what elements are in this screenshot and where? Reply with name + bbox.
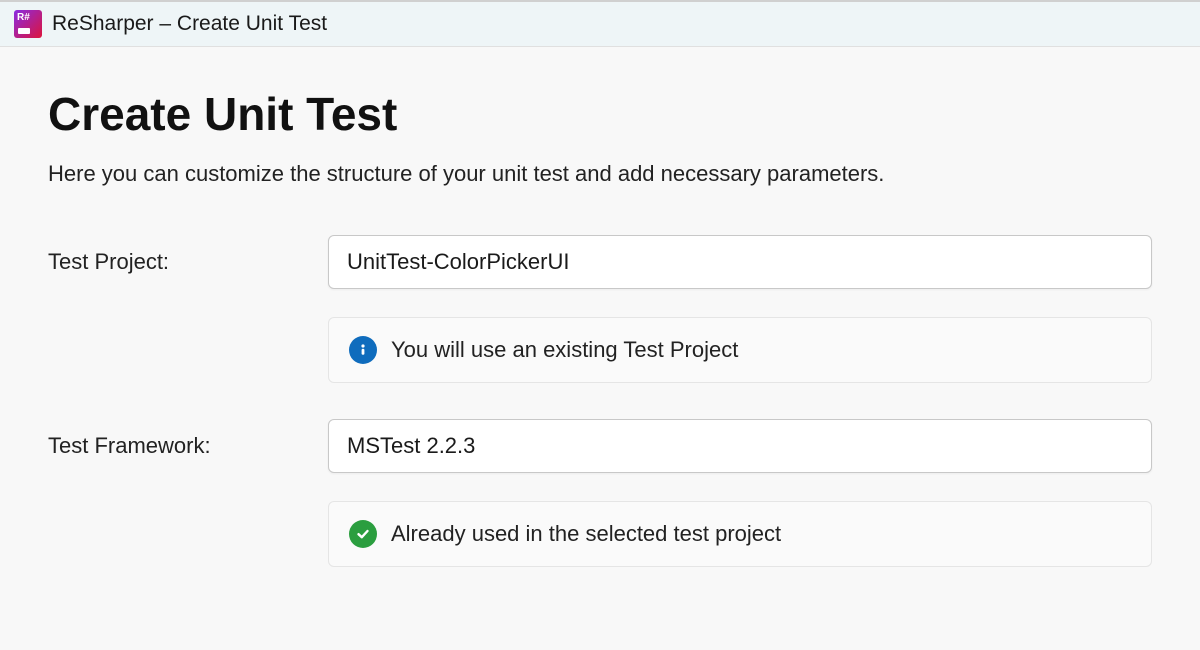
test-framework-field-wrap: MSTest 2.2.3 xyxy=(328,419,1152,473)
test-framework-info-box: Already used in the selected test projec… xyxy=(328,501,1152,567)
window-title: ReSharper – Create Unit Test xyxy=(52,12,327,36)
test-framework-label: Test Framework: xyxy=(48,433,328,459)
titlebar: R# ReSharper – Create Unit Test xyxy=(0,0,1200,47)
page-subheading: Here you can customize the structure of … xyxy=(48,161,1152,187)
page-heading: Create Unit Test xyxy=(48,87,1152,141)
test-project-info-row: You will use an existing Test Project xyxy=(328,317,1152,383)
test-project-select[interactable]: UnitTest-ColorPickerUI xyxy=(328,235,1152,289)
checkmark-icon xyxy=(349,520,377,548)
test-project-field-wrap: UnitTest-ColorPickerUI xyxy=(328,235,1152,289)
test-project-value: UnitTest-ColorPickerUI xyxy=(347,249,570,275)
test-framework-select[interactable]: MSTest 2.2.3 xyxy=(328,419,1152,473)
resharper-icon: R# xyxy=(14,10,42,38)
test-project-row: Test Project: UnitTest-ColorPickerUI xyxy=(48,235,1152,289)
app-icon-decoration xyxy=(18,28,30,34)
test-framework-row: Test Framework: MSTest 2.2.3 xyxy=(48,419,1152,473)
test-project-label: Test Project: xyxy=(48,249,328,275)
dialog-content: Create Unit Test Here you can customize … xyxy=(0,47,1200,567)
test-framework-info-text: Already used in the selected test projec… xyxy=(391,521,781,547)
info-icon xyxy=(349,336,377,364)
test-framework-value: MSTest 2.2.3 xyxy=(347,433,475,459)
app-icon-label: R# xyxy=(17,12,30,23)
test-project-info-text: You will use an existing Test Project xyxy=(391,337,738,363)
test-project-info-box: You will use an existing Test Project xyxy=(328,317,1152,383)
test-framework-info-row: Already used in the selected test projec… xyxy=(328,501,1152,567)
